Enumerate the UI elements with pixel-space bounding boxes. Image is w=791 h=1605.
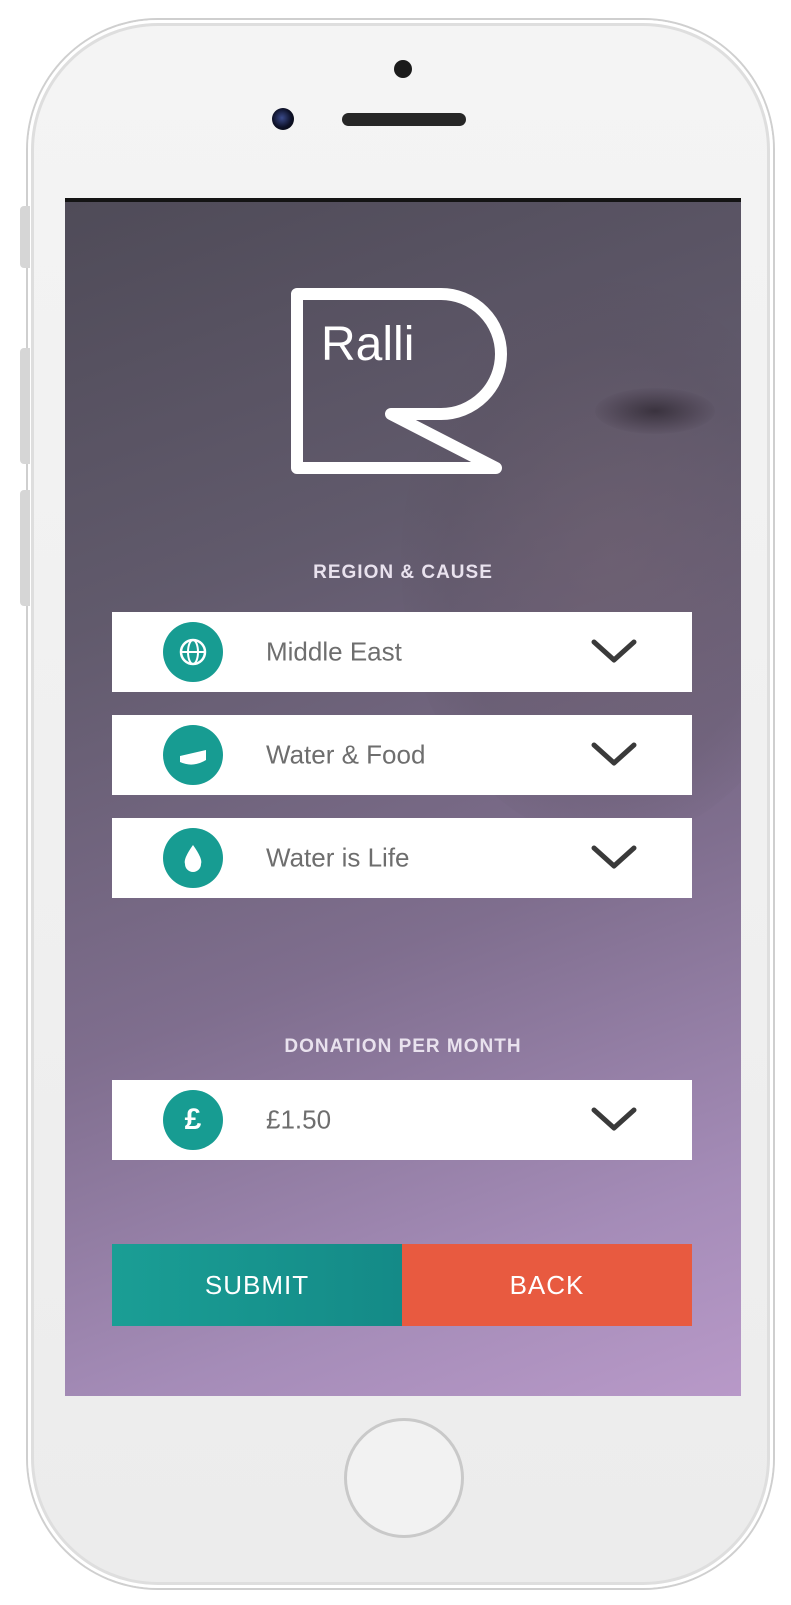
- food-icon: [163, 725, 223, 785]
- background-photo-eye: [595, 388, 715, 434]
- app-screen: Ralli REGION & CAUSE Middle East Water &…: [65, 198, 741, 1396]
- ralli-logo: Ralli: [291, 288, 516, 474]
- front-camera: [272, 108, 294, 130]
- donation-label: DONATION PER MONTH: [284, 1036, 522, 1057]
- chevron-down-icon: [590, 638, 638, 666]
- region-cause-label: REGION & CAUSE: [313, 562, 493, 583]
- chevron-down-icon: [590, 741, 638, 769]
- pound-icon: £: [163, 1090, 223, 1150]
- region-value: Middle East: [266, 636, 402, 667]
- chevron-down-icon: [590, 1106, 638, 1134]
- earpiece-speaker: [342, 113, 466, 126]
- mute-switch: [20, 206, 30, 268]
- donation-select[interactable]: £ £1.50: [112, 1080, 692, 1160]
- logo-text: Ralli: [321, 318, 414, 371]
- submit-button[interactable]: SUBMIT: [112, 1244, 402, 1326]
- region-select[interactable]: Middle East: [112, 612, 692, 692]
- globe-icon: [163, 622, 223, 682]
- donation-value: £1.50: [266, 1104, 332, 1135]
- home-button[interactable]: [344, 1418, 464, 1538]
- volume-down-button: [20, 490, 30, 606]
- pound-glyph: £: [184, 1103, 202, 1136]
- chevron-down-icon: [590, 844, 638, 872]
- project-select[interactable]: Water is Life: [112, 818, 692, 898]
- cause-value: Water & Food: [266, 739, 426, 770]
- cause-select[interactable]: Water & Food: [112, 715, 692, 795]
- back-button[interactable]: BACK: [402, 1244, 692, 1326]
- project-value: Water is Life: [266, 842, 410, 873]
- proximity-sensor: [394, 60, 412, 78]
- volume-up-button: [20, 348, 30, 464]
- water-drop-icon: [163, 828, 223, 888]
